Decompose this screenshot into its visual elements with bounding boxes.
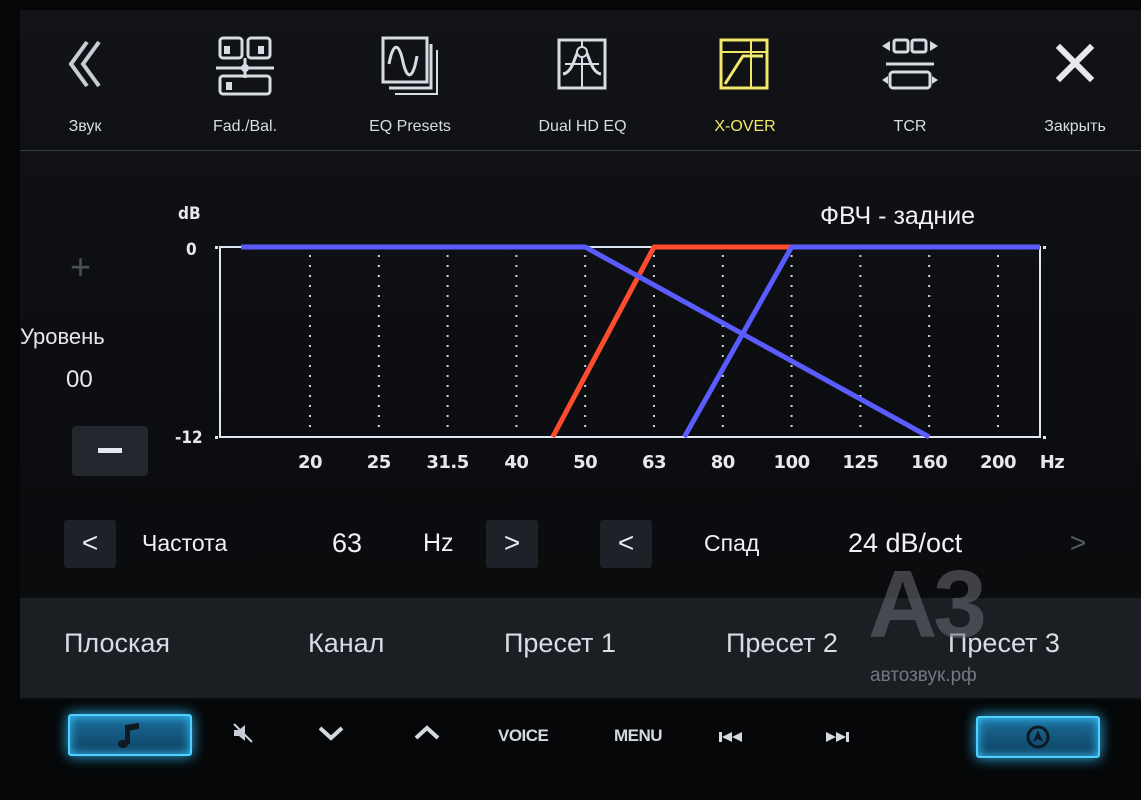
gridlines	[215, 246, 1046, 439]
x-tick-label: 160	[911, 452, 948, 473]
previous-track-icon	[719, 732, 742, 742]
audio-hard-button[interactable]	[68, 714, 192, 756]
watermark-logo: A3	[868, 551, 987, 658]
x-tick-label: 20	[297, 452, 323, 473]
x-over-label: X-OVER	[714, 118, 776, 135]
x-tick-label: 63	[641, 452, 667, 473]
x-axis-unit: Hz	[1039, 452, 1065, 473]
volume-up-hard-button[interactable]	[412, 722, 442, 749]
mute-icon	[233, 723, 253, 743]
eq-presets-button[interactable]: EQ Presets	[350, 34, 470, 146]
slope-prev-button[interactable]: <	[600, 520, 652, 568]
watermark-site: автозвук.рф	[870, 665, 977, 686]
crossover-chart: dB 0 -12 ФВЧ - задние 20 25 31.5 40 50 63 80 10…	[20, 160, 1141, 490]
x-tick-label: 100	[773, 452, 811, 473]
preset-2[interactable]: Пресет 2	[726, 628, 838, 659]
back-sound-button[interactable]: Звук	[50, 34, 120, 146]
slope-next-button[interactable]: >	[1052, 520, 1104, 568]
tcr-button[interactable]: TCR	[855, 34, 965, 146]
chevron-down-icon	[318, 726, 344, 741]
slope-label: Спад	[704, 530, 760, 556]
close-label: Закрыть	[1044, 118, 1106, 135]
volume-down-hard-button[interactable]	[316, 722, 346, 749]
dual-hd-eq-label: Dual HD EQ	[538, 118, 627, 135]
close-button[interactable]: Закрыть	[1025, 34, 1125, 146]
axis-marker	[215, 436, 218, 439]
eq-presets-icon	[381, 36, 438, 95]
chevron-up-icon	[414, 725, 440, 740]
eq-presets-label: EQ Presets	[369, 118, 451, 135]
preset-1[interactable]: Пресет 1	[504, 628, 616, 659]
top-toolbar: Звук Fad./Bal. EQ Presets Dual HD EQ X-O…	[20, 10, 1141, 151]
voice-hard-button[interactable]: VOICE	[498, 726, 549, 746]
dual-hd-eq-button[interactable]: Dual HD EQ	[520, 34, 645, 146]
x-tick-label: 50	[573, 452, 598, 473]
x-tick-label: 25	[366, 452, 392, 473]
dual-hd-eq-icon	[557, 38, 606, 90]
x-tick-label: 40	[504, 452, 529, 473]
next-track-hard-button[interactable]	[822, 730, 850, 749]
x-tick-label: 31.5	[426, 452, 469, 473]
device-frame: Звук Fad./Bal. EQ Presets Dual HD EQ X-O…	[0, 0, 1141, 800]
curves	[241, 244, 1040, 440]
freq-unit: Hz	[423, 529, 454, 557]
preset-flat[interactable]: Плоская	[64, 628, 170, 659]
preset-channel[interactable]: Канал	[308, 628, 384, 659]
navigation-hard-button[interactable]	[976, 716, 1100, 758]
x-over-button[interactable]: X-OVER	[695, 34, 795, 146]
axis-marker	[215, 246, 218, 249]
navigation-icon	[1026, 725, 1050, 749]
fader-balance-button[interactable]: Fad./Bal.	[185, 34, 305, 146]
fader-balance-label: Fad./Bal.	[212, 118, 278, 135]
mute-hard-button[interactable]	[232, 722, 256, 749]
axis-marker	[1043, 246, 1046, 249]
fader-balance-icon	[216, 36, 274, 96]
curve-series-2	[682, 244, 1040, 439]
music-note-icon	[118, 722, 139, 748]
close-icon	[1055, 43, 1095, 83]
x-tick-label: 125	[842, 452, 879, 473]
x-tick-label: 200	[979, 452, 1017, 473]
plot-frame	[219, 246, 1041, 438]
tcr-icon	[882, 38, 938, 90]
freq-value: 63	[332, 528, 363, 558]
menu-hard-button[interactable]: MENU	[614, 726, 663, 746]
x-tick-label: 80	[710, 452, 736, 473]
next-track-icon	[826, 732, 849, 742]
chart-plot	[215, 244, 1046, 440]
freq-label: Частота	[142, 530, 228, 556]
freq-next-button[interactable]: >	[486, 520, 538, 568]
previous-track-hard-button[interactable]	[718, 730, 746, 749]
back-sound-label: Звук	[68, 118, 102, 135]
screen: Звук Fad./Bal. EQ Presets Dual HD EQ X-O…	[20, 10, 1141, 700]
double-chevron-left-icon	[68, 40, 101, 88]
tcr-label: TCR	[893, 118, 927, 135]
freq-prev-button[interactable]: <	[64, 520, 116, 568]
crossover-icon	[719, 38, 769, 90]
axis-marker	[1043, 436, 1046, 439]
